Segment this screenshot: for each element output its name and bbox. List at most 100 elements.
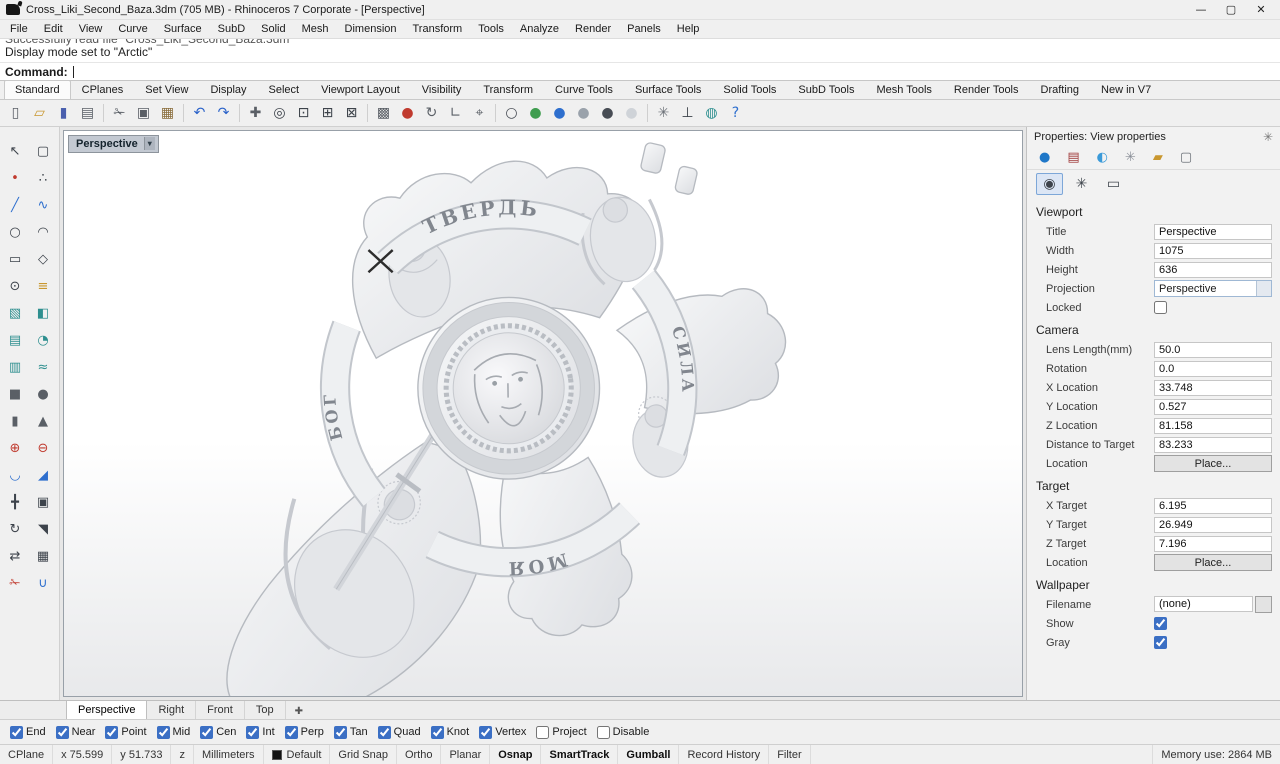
cone-tool-icon[interactable]: ▲ xyxy=(31,409,56,433)
menu-render[interactable]: Render xyxy=(567,21,619,37)
tab-drafting[interactable]: Drafting xyxy=(1030,80,1091,99)
tab-surface-tools[interactable]: Surface Tools xyxy=(624,80,712,99)
display-arctic-icon[interactable]: ● xyxy=(620,102,643,125)
osnap-knot-checkbox[interactable] xyxy=(431,726,444,739)
tab-solid-tools[interactable]: Solid Tools xyxy=(712,80,787,99)
polygon-tool-icon[interactable]: ◇ xyxy=(31,247,56,271)
menu-curve[interactable]: Curve xyxy=(110,21,155,37)
help-icon[interactable]: ? xyxy=(724,102,747,125)
ortho-toggle[interactable]: Ortho xyxy=(397,745,442,764)
command-input[interactable]: Command: xyxy=(0,63,1280,80)
zoom-window-icon[interactable]: ⊡ xyxy=(292,102,315,125)
options-gear-icon[interactable]: ✳ xyxy=(652,102,675,125)
plane-surface-icon[interactable]: ▧ xyxy=(3,301,28,325)
fillet-icon[interactable]: ◡ xyxy=(3,463,28,487)
tab-standard[interactable]: Standard xyxy=(4,80,71,99)
panel-tab-files-icon[interactable]: ▰ xyxy=(1153,151,1163,164)
display-rendered-icon[interactable]: ● xyxy=(548,102,571,125)
osnap-vertex-checkbox[interactable] xyxy=(479,726,492,739)
panel-tab-tools-icon[interactable]: ✳ xyxy=(1125,151,1136,164)
trim-tool-icon[interactable]: ✁ xyxy=(3,571,28,595)
cplane-axes-icon[interactable]: ⊥ xyxy=(676,102,699,125)
units-button[interactable]: Millimeters xyxy=(194,745,264,764)
tab-viewport-layout[interactable]: Viewport Layout xyxy=(310,80,411,99)
tab-select[interactable]: Select xyxy=(258,80,311,99)
sweep-icon[interactable]: ≈ xyxy=(31,355,56,379)
selection-filter-icon[interactable]: ▢ xyxy=(31,139,56,163)
panel-tab-display-icon[interactable]: ◐ xyxy=(1097,151,1108,164)
smarttrack-toggle[interactable]: SmartTrack xyxy=(541,745,618,764)
osnap-point-checkbox[interactable] xyxy=(105,726,118,739)
filename-value[interactable]: (none) xyxy=(1154,596,1253,612)
osnap-perp-checkbox[interactable] xyxy=(285,726,298,739)
target-place-button[interactable]: Place... xyxy=(1154,554,1272,571)
osnap-end-checkbox[interactable] xyxy=(10,726,23,739)
point-tool-icon[interactable]: • xyxy=(3,166,28,190)
y-coordinate[interactable]: y 51.733 xyxy=(112,745,171,764)
menu-mesh[interactable]: Mesh xyxy=(294,21,337,37)
tab-cplanes[interactable]: CPlanes xyxy=(71,80,135,99)
rotate-view-icon[interactable]: ↻ xyxy=(420,102,443,125)
rotation-field[interactable]: 0.0 xyxy=(1154,361,1272,377)
tab-curve-tools[interactable]: Curve Tools xyxy=(544,80,624,99)
select-tool-icon[interactable]: ↖ xyxy=(3,139,28,163)
box-tool-icon[interactable]: ■ xyxy=(3,382,28,406)
menu-edit[interactable]: Edit xyxy=(36,21,71,37)
menu-solid[interactable]: Solid xyxy=(253,21,293,37)
move-tool-icon[interactable]: ╋ xyxy=(3,490,28,514)
save-file-icon[interactable]: ▮ xyxy=(52,102,75,125)
z-location-field[interactable]: 81.158 xyxy=(1154,418,1272,434)
display-wireframe-icon[interactable]: ○ xyxy=(500,102,523,125)
display-xray-icon[interactable]: ● xyxy=(596,102,619,125)
osnap-int-checkbox[interactable] xyxy=(246,726,259,739)
cylinder-tool-icon[interactable]: ▮ xyxy=(3,409,28,433)
y-target-field[interactable]: 26.949 xyxy=(1154,517,1272,533)
place-target-icon[interactable]: ⌖ xyxy=(468,102,491,125)
ellipse-tool-icon[interactable]: ⊙ xyxy=(3,274,28,298)
menu-help[interactable]: Help xyxy=(669,21,708,37)
paste-icon[interactable]: ▦ xyxy=(156,102,179,125)
osnap-toggle[interactable]: Osnap xyxy=(490,745,541,764)
lens-length-field[interactable]: 50.0 xyxy=(1154,342,1272,358)
pan-view-icon[interactable]: ✚ xyxy=(244,102,267,125)
world-globe-icon[interactable]: ◍ xyxy=(700,102,723,125)
record-history-toggle[interactable]: Record History xyxy=(679,745,769,764)
grid-snap-toggle[interactable]: Grid Snap xyxy=(330,745,397,764)
new-file-icon[interactable]: ▯ xyxy=(4,102,27,125)
menu-analyze[interactable]: Analyze xyxy=(512,21,567,37)
tab-mesh-tools[interactable]: Mesh Tools xyxy=(865,80,942,99)
menu-file[interactable]: File xyxy=(2,21,36,37)
menu-transform[interactable]: Transform xyxy=(405,21,471,37)
tab-subd-tools[interactable]: SubD Tools xyxy=(787,80,865,99)
viewport-tab-right[interactable]: Right xyxy=(147,701,196,719)
rectangle-tool-icon[interactable]: ▭ xyxy=(3,247,28,271)
menu-tools[interactable]: Tools xyxy=(470,21,512,37)
x-target-field[interactable]: 6.195 xyxy=(1154,498,1272,514)
osnap-near-checkbox[interactable] xyxy=(56,726,69,739)
gumball-toggle[interactable]: Gumball xyxy=(618,745,679,764)
z-target-field[interactable]: 7.196 xyxy=(1154,536,1272,552)
camera-place-button[interactable]: Place... xyxy=(1154,455,1272,472)
z-coordinate[interactable]: z xyxy=(171,745,194,764)
scale-tool-icon[interactable]: ◥ xyxy=(31,517,56,541)
perspective-viewport[interactable]: Perspective ▾ xyxy=(63,130,1023,697)
menu-view[interactable]: View xyxy=(71,21,111,37)
set-cplane-icon[interactable]: ∟ xyxy=(444,102,467,125)
join-tool-icon[interactable]: ∪ xyxy=(31,571,56,595)
filter-toggle[interactable]: Filter xyxy=(769,745,810,764)
array-tool-icon[interactable]: ▦ xyxy=(31,544,56,568)
viewport-title-field[interactable]: Perspective xyxy=(1154,224,1272,240)
surface-3pt-icon[interactable]: ◧ xyxy=(31,301,56,325)
x-coordinate[interactable]: x 75.599 xyxy=(53,745,112,764)
distance-to-target-field[interactable]: 83.233 xyxy=(1154,437,1272,453)
open-file-icon[interactable]: ▱ xyxy=(28,102,51,125)
tab-visibility[interactable]: Visibility xyxy=(411,80,473,99)
menu-dimension[interactable]: Dimension xyxy=(337,21,405,37)
point-cloud-icon[interactable]: ∴ xyxy=(31,166,56,190)
viewport-tab-perspective[interactable]: Perspective xyxy=(66,700,147,719)
viewport-height-field[interactable]: 636 xyxy=(1154,262,1272,278)
browse-button[interactable] xyxy=(1255,596,1272,613)
revolve-icon[interactable]: ◔ xyxy=(31,328,56,352)
maximize-button[interactable]: ▢ xyxy=(1216,1,1246,19)
panel-options-gear-icon[interactable]: ✳ xyxy=(1263,130,1273,144)
